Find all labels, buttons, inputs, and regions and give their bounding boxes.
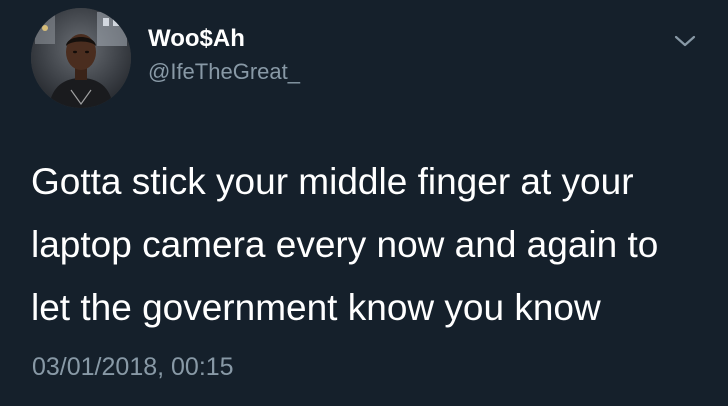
tweet-text-line: let the government know you know: [31, 287, 601, 328]
tweet-card: Woo$Ah @IfeTheGreat_ Gotta stick your mi…: [0, 0, 728, 406]
tweet-text-line: Gotta stick your middle finger at your: [31, 161, 634, 202]
tweet-menu-button[interactable]: [672, 28, 698, 54]
user-handle[interactable]: @IfeTheGreat_: [148, 58, 300, 86]
display-name[interactable]: Woo$Ah: [148, 24, 245, 54]
tweet-text: Gotta stick your middle finger at your l…: [31, 150, 711, 339]
avatar[interactable]: [31, 8, 131, 108]
chevron-down-icon: [674, 35, 696, 47]
tweet-text-line: laptop camera every now and again to: [31, 224, 659, 265]
profile-photo-icon: [31, 8, 131, 108]
tweet-timestamp[interactable]: 03/01/2018, 00:15: [32, 352, 234, 382]
